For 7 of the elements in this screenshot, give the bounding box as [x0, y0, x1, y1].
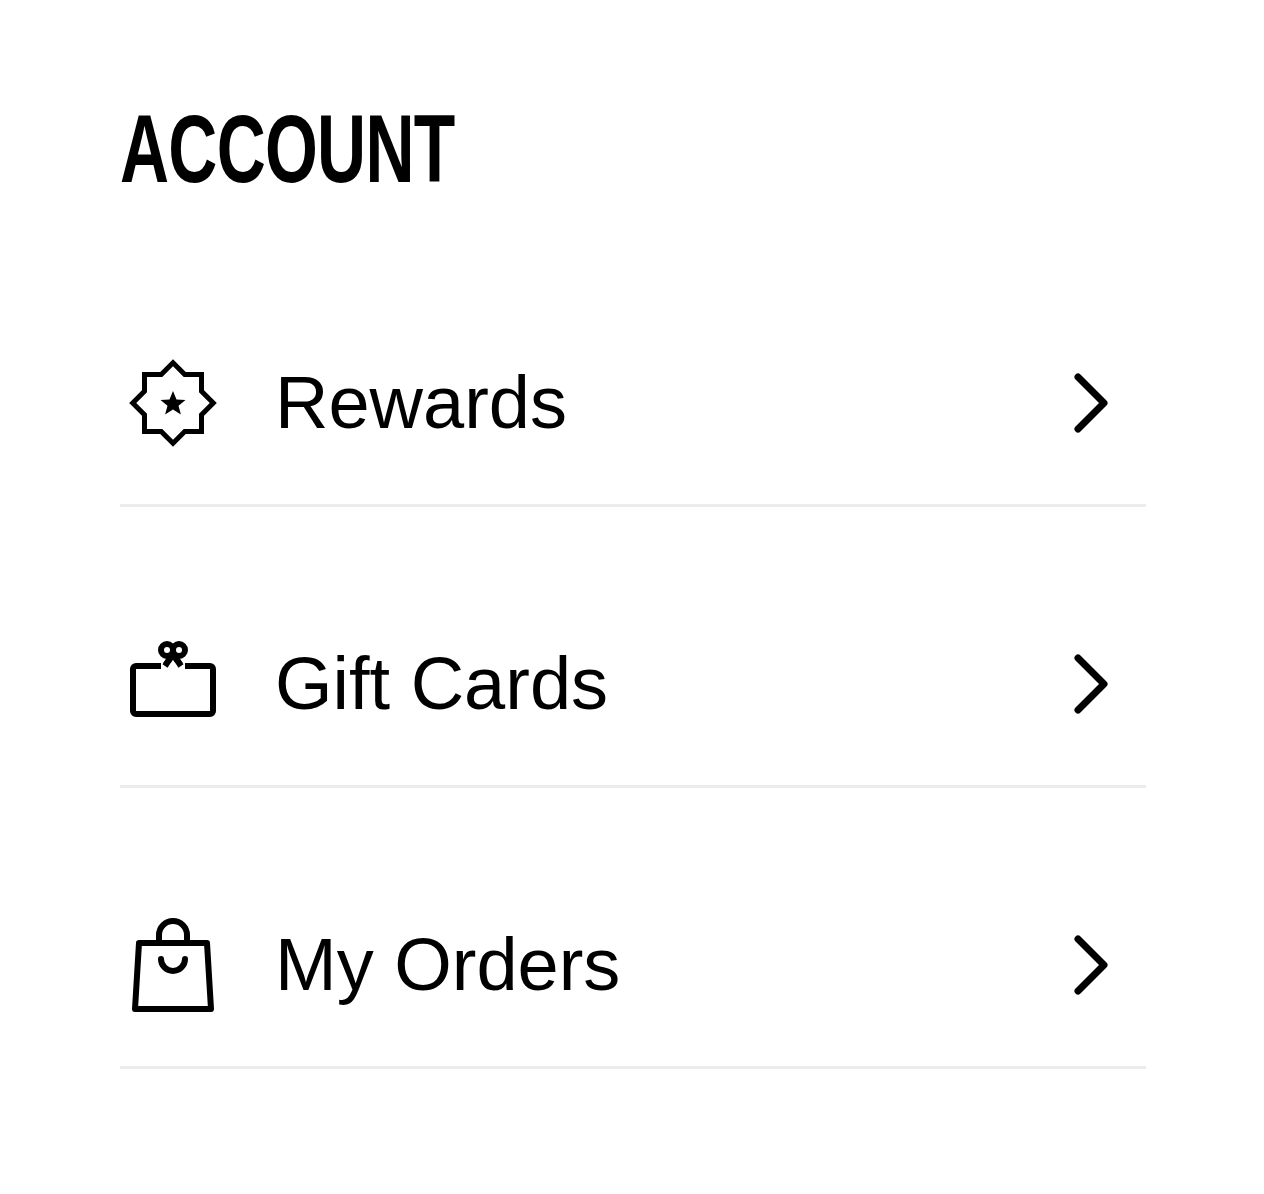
- section-title: ACCOUNT: [120, 100, 455, 197]
- menu-item[interactable]: Gift Cards: [120, 507, 1146, 788]
- chevron-right-icon: [1072, 651, 1110, 716]
- menu-item[interactable]: Rewards: [120, 226, 1146, 507]
- menu-item[interactable]: My Orders: [120, 788, 1146, 1069]
- chevron-right-icon: [1072, 370, 1110, 435]
- chevron-right-icon: [1072, 932, 1110, 997]
